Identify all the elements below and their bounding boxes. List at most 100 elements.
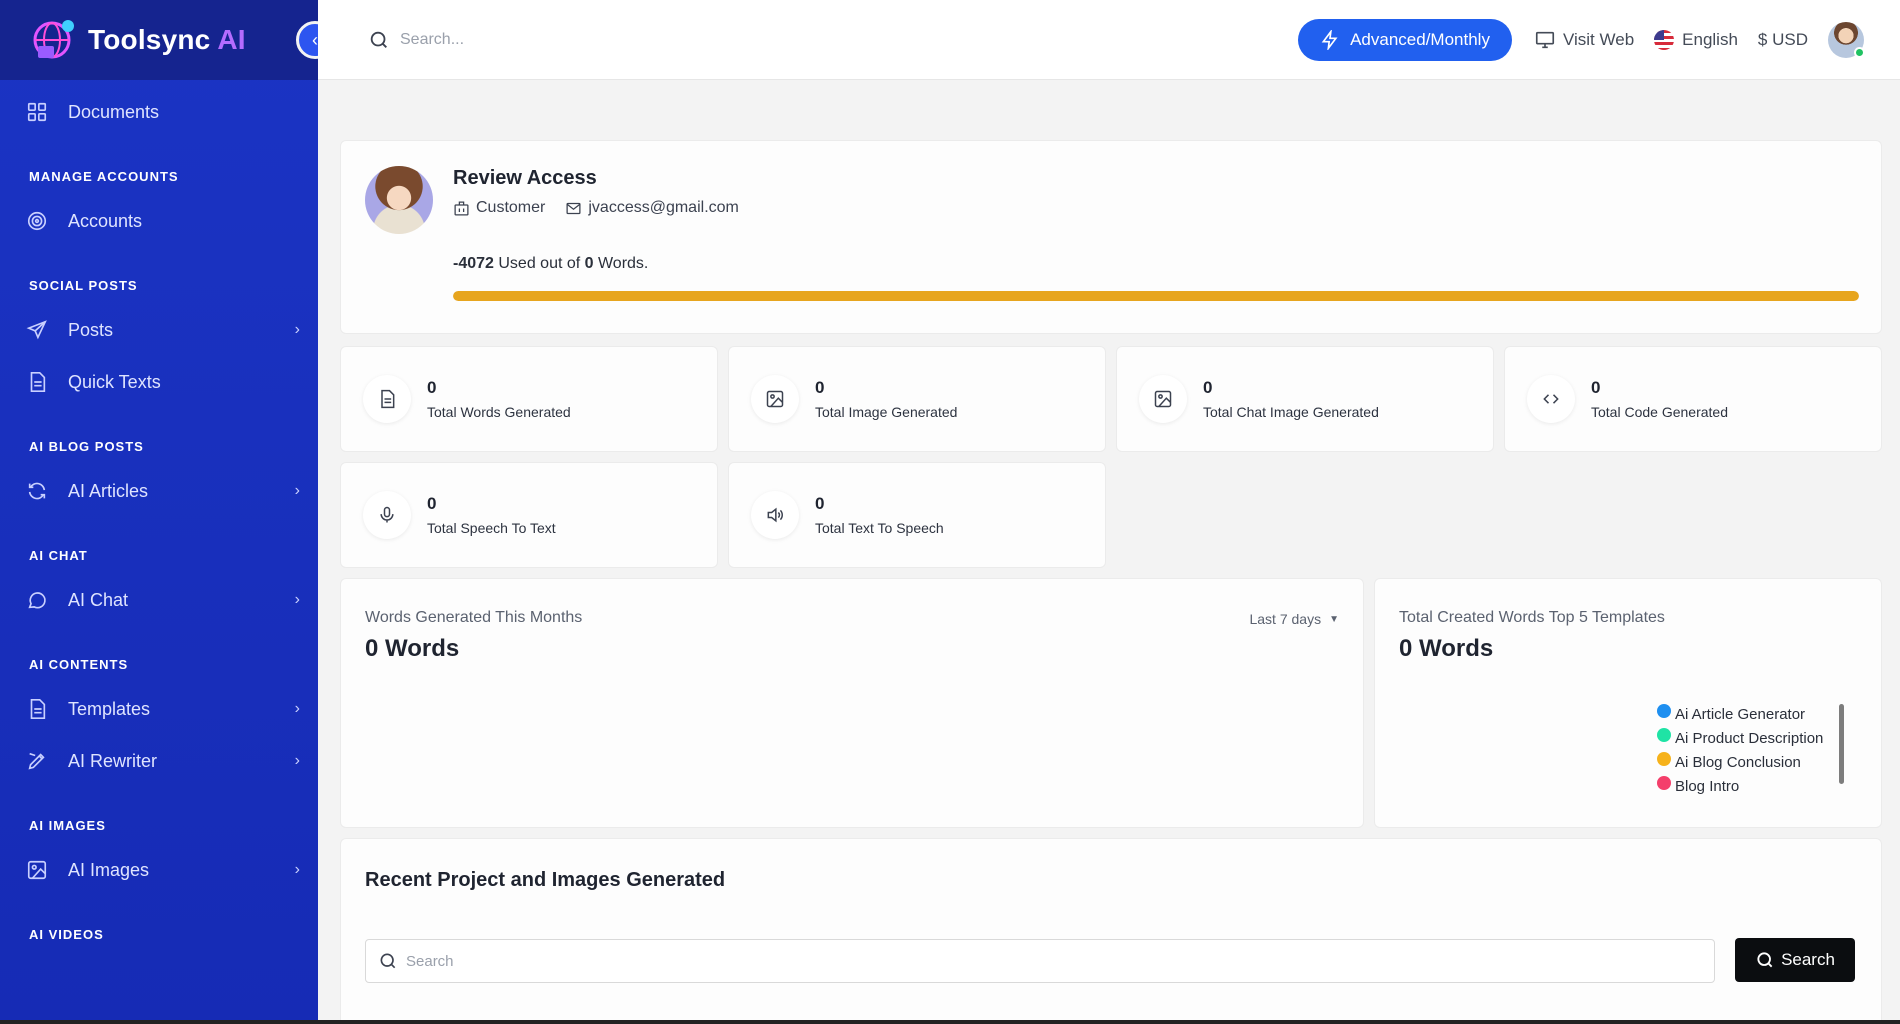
section-social-posts: SOCIAL POSTS <box>29 278 138 293</box>
topbar-actions: Advanced/Monthly Visit Web English $ USD <box>1298 18 1900 61</box>
stat-value: 0 <box>815 378 825 397</box>
document-icon <box>30 699 46 719</box>
sidebar-item-label: Quick Texts <box>68 371 161 392</box>
chevron-right-icon: › <box>294 591 300 608</box>
chevron-right-icon: › <box>294 861 300 878</box>
profile-name: Review Access <box>453 167 597 189</box>
sidebar-item-label: AI Images <box>68 859 150 880</box>
templates-legend: Ai Article Generator Ai Product Descript… <box>1657 702 1823 798</box>
stat-value: 0 <box>1203 378 1213 397</box>
legend-item[interactable]: Blog Intro <box>1657 774 1823 798</box>
speaker-icon <box>751 491 799 539</box>
sidebar-item-label: Documents <box>68 101 160 122</box>
sidebar-item-ai-rewriter[interactable]: AI Rewriter › <box>0 736 318 786</box>
range-dropdown[interactable]: Last 7 days ▼ <box>1249 611 1339 627</box>
mic-icon <box>363 491 411 539</box>
recent-search-button[interactable]: Search <box>1735 938 1855 982</box>
collapse-sidebar-button[interactable]: ‹ <box>296 21 318 59</box>
legend-item[interactable]: Ai Product Description <box>1657 726 1823 750</box>
logo-icon <box>28 16 80 64</box>
stat-speech-to-text: 0 Total Speech To Text <box>340 462 718 568</box>
visit-web-link[interactable]: Visit Web <box>1534 29 1634 51</box>
us-flag-icon <box>1654 29 1675 50</box>
brand-name: Toolsync AI <box>88 24 246 55</box>
section-ai-blog-posts: AI BLOG POSTS <box>29 439 144 454</box>
building-icon <box>454 200 469 216</box>
document-icon <box>30 372 46 392</box>
section-ai-chat: AI CHAT <box>29 548 88 563</box>
stat-text-to-speech: 0 Total Text To Speech <box>728 462 1106 568</box>
recent-search-input[interactable]: Search <box>365 939 1715 983</box>
stat-label: Total Code Generated <box>1591 404 1728 420</box>
plan-button[interactable]: Advanced/Monthly <box>1298 18 1512 61</box>
stat-label: Total Speech To Text <box>427 520 556 536</box>
user-avatar[interactable] <box>1828 21 1865 58</box>
legend-item[interactable]: Ai Blog Conclusion <box>1657 750 1823 774</box>
language-selector[interactable]: English <box>1654 29 1738 50</box>
range-label: Last 7 days <box>1249 611 1322 627</box>
pen-icon <box>28 752 45 770</box>
stat-value: 0 <box>427 494 437 513</box>
legend-swatch <box>1657 752 1671 766</box>
send-icon <box>26 320 47 340</box>
stat-value: 0 <box>427 378 437 397</box>
image-icon <box>751 375 799 423</box>
grid-icon <box>27 102 47 122</box>
currency-selector[interactable]: $ USD <box>1758 30 1808 50</box>
sidebar-item-label: Accounts <box>68 210 143 231</box>
recent-title: Recent Project and Images Generated <box>365 869 726 891</box>
legend-swatch <box>1657 704 1671 718</box>
topbar: Search... Advanced/Monthly Visit Web Eng… <box>318 0 1900 80</box>
sidebar-item-posts[interactable]: Posts › <box>0 305 318 355</box>
profile-role: Customer <box>476 199 546 216</box>
sidebar-item-ai-images[interactable]: AI Images › <box>0 845 318 895</box>
document-icon <box>363 375 411 423</box>
monitor-icon <box>1535 31 1555 48</box>
profile-meta: Customer jvaccess@gmail.com <box>453 199 739 217</box>
stat-label: Total Words Generated <box>427 404 571 420</box>
profile-email: jvaccess@gmail.com <box>588 199 739 216</box>
chevron-right-icon: › <box>294 482 300 499</box>
usage-progress-fill <box>453 291 1859 301</box>
words-month-card: Words Generated This Months 0 Words Last… <box>340 578 1364 828</box>
legend-swatch <box>1657 776 1671 790</box>
sidebar-item-quick-texts[interactable]: Quick Texts <box>0 357 318 407</box>
sidebar-item-templates[interactable]: Templates › <box>0 684 318 734</box>
image-icon <box>1139 375 1187 423</box>
image-icon <box>27 860 47 880</box>
search-icon <box>370 31 387 48</box>
sidebar-item-documents[interactable]: Documents <box>0 87 318 137</box>
chat-icon <box>28 592 46 609</box>
visit-web-label: Visit Web <box>1562 29 1635 49</box>
legend-scrollbar[interactable] <box>1839 704 1844 784</box>
legend-item[interactable]: Ai Article Generator <box>1657 702 1823 726</box>
sidebar-item-label: Posts <box>68 319 114 340</box>
language-label: English <box>1682 29 1738 49</box>
sidebar-item-ai-chat[interactable]: AI Chat › <box>0 575 318 625</box>
stat-words: 0 Total Words Generated <box>340 346 718 452</box>
profile-avatar <box>365 166 433 234</box>
top-search[interactable]: Search... <box>368 29 464 51</box>
top-templates-value: 0 Words <box>1399 635 1494 662</box>
sidebar-item-label: AI Rewriter <box>68 750 158 771</box>
section-ai-videos: AI VIDEOS <box>29 927 104 942</box>
chevron-right-icon: › <box>294 752 300 769</box>
words-month-value: 0 Words <box>365 635 460 662</box>
sidebar-item-label: Templates <box>68 698 151 719</box>
sidebar: Toolsync AI ‹ Documents MANAGE ACCOUNTS … <box>0 0 318 1024</box>
sidebar-item-ai-articles[interactable]: AI Articles › <box>0 466 318 516</box>
section-ai-images: AI IMAGES <box>29 818 106 833</box>
search-icon <box>380 953 396 969</box>
search-icon <box>1757 952 1773 968</box>
stat-label: Total Image Generated <box>815 404 958 420</box>
legend-swatch <box>1657 728 1671 742</box>
refresh-icon <box>28 482 46 500</box>
top-templates-title: Total Created Words Top 5 Templates <box>1399 609 1665 626</box>
chevron-right-icon: › <box>294 321 300 338</box>
sidebar-item-label: AI Articles <box>68 480 149 501</box>
sidebar-item-accounts[interactable]: Accounts <box>0 196 318 246</box>
section-manage-accounts: MANAGE ACCOUNTS <box>29 169 179 184</box>
recent-search-placeholder: Search <box>406 952 454 970</box>
usage-progress-bar <box>453 291 1859 301</box>
chevron-left-icon: ‹ <box>312 29 318 50</box>
